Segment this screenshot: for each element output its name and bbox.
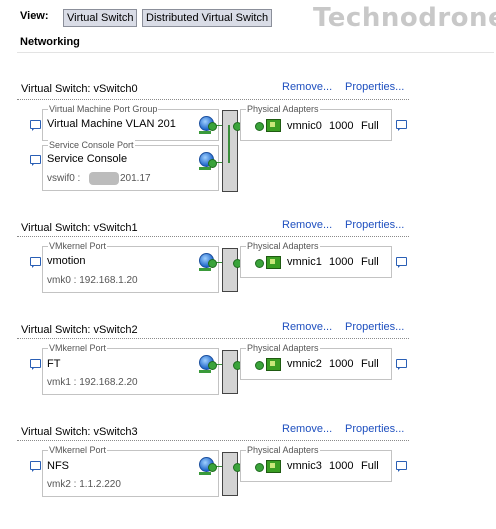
port-group-name: NFS [47, 460, 69, 472]
adapter-speed: 1000 [329, 256, 354, 268]
plug-icon [199, 131, 211, 134]
properties-link[interactable]: Properties... [345, 81, 404, 93]
network-adapter-icon [266, 256, 281, 269]
redacted-address [89, 172, 119, 185]
speech-bubble-icon[interactable] [30, 155, 41, 166]
port-dot [255, 361, 264, 370]
speech-bubble-icon[interactable] [30, 461, 41, 472]
port-group-name: Virtual Machine VLAN 201 [47, 118, 176, 130]
network-adapter-icon [266, 119, 281, 132]
physical-adapters-legend: Physical Adapters [246, 445, 320, 455]
watermark-logo: Technodrone [313, 3, 496, 33]
port-dot [208, 122, 217, 131]
virtual-switch-button[interactable]: Virtual Switch [63, 9, 138, 27]
properties-link[interactable]: Properties... [345, 219, 404, 231]
network-adapter-icon [266, 358, 281, 371]
port-group-address: vmk1 : 192.168.2.20 [47, 377, 138, 388]
port-group-legend: Service Console Port [48, 140, 135, 150]
port-group-address: vmk2 : 1.1.2.220 [47, 479, 121, 490]
distributed-virtual-switch-button[interactable]: Distributed Virtual Switch [142, 9, 273, 27]
view-label: View: [20, 10, 49, 22]
remove-link[interactable]: Remove... [282, 321, 332, 333]
switch-title: Virtual Switch: vSwitch3 [21, 426, 138, 438]
section-title: Networking [20, 36, 80, 48]
port-group-name: vmotion [47, 255, 86, 267]
properties-link[interactable]: Properties... [345, 321, 404, 333]
port-group-address: 201.17 [120, 173, 151, 184]
speech-bubble-icon[interactable] [30, 359, 41, 370]
adapter-duplex: Full [361, 460, 379, 472]
adapter-duplex: Full [361, 120, 379, 132]
virtual-switch-graphic [222, 248, 238, 292]
port-dot [255, 259, 264, 268]
physical-adapters-legend: Physical Adapters [246, 241, 320, 251]
switch-title: Virtual Switch: vSwitch2 [21, 324, 138, 336]
port-dot [208, 361, 217, 370]
plug-icon [199, 472, 211, 475]
section-divider [17, 52, 494, 53]
adapter-speed: 1000 [329, 358, 354, 370]
port-dot [208, 463, 217, 472]
connector-line [228, 125, 230, 163]
port-group-legend: VMkernel Port [48, 241, 108, 251]
port-dot [208, 259, 217, 268]
plug-icon [199, 167, 211, 170]
port-group-legend: Virtual Machine Port Group [48, 104, 159, 114]
network-adapter-icon [266, 460, 281, 473]
switch-separator [17, 236, 409, 237]
port-group-box [42, 145, 219, 191]
switch-separator [17, 440, 409, 441]
properties-link[interactable]: Properties... [345, 423, 404, 435]
adapter-duplex: Full [361, 358, 379, 370]
port-group-name: FT [47, 358, 61, 370]
adapter-name: vmnic2 [287, 358, 322, 370]
switch-title: Virtual Switch: vSwitch0 [21, 83, 138, 95]
adapter-name: vmnic0 [287, 120, 322, 132]
virtual-switch-graphic [222, 452, 238, 496]
port-group-address: vmk0 : 192.168.1.20 [47, 275, 138, 286]
port-group-address-prefix: vswif0 : [47, 173, 81, 184]
virtual-switch-graphic [222, 350, 238, 394]
adapter-speed: 1000 [329, 120, 354, 132]
port-dot [255, 463, 264, 472]
plug-icon [199, 370, 211, 373]
adapter-speed: 1000 [329, 460, 354, 472]
port-group-name: Service Console [47, 153, 128, 165]
speech-bubble-icon[interactable] [396, 359, 407, 370]
speech-bubble-icon[interactable] [396, 120, 407, 131]
switch-separator [17, 99, 409, 100]
adapter-name: vmnic3 [287, 460, 322, 472]
physical-adapters-legend: Physical Adapters [246, 104, 320, 114]
plug-icon [199, 268, 211, 271]
speech-bubble-icon[interactable] [396, 461, 407, 472]
speech-bubble-icon[interactable] [30, 257, 41, 268]
switch-title: Virtual Switch: vSwitch1 [21, 222, 138, 234]
port-group-legend: VMkernel Port [48, 343, 108, 353]
port-dot [255, 122, 264, 131]
physical-adapters-legend: Physical Adapters [246, 343, 320, 353]
speech-bubble-icon[interactable] [396, 257, 407, 268]
switch-separator [17, 338, 409, 339]
remove-link[interactable]: Remove... [282, 423, 332, 435]
remove-link[interactable]: Remove... [282, 219, 332, 231]
remove-link[interactable]: Remove... [282, 81, 332, 93]
port-group-legend: VMkernel Port [48, 445, 108, 455]
adapter-name: vmnic1 [287, 256, 322, 268]
port-dot [208, 159, 217, 168]
speech-bubble-icon[interactable] [30, 120, 41, 131]
adapter-duplex: Full [361, 256, 379, 268]
